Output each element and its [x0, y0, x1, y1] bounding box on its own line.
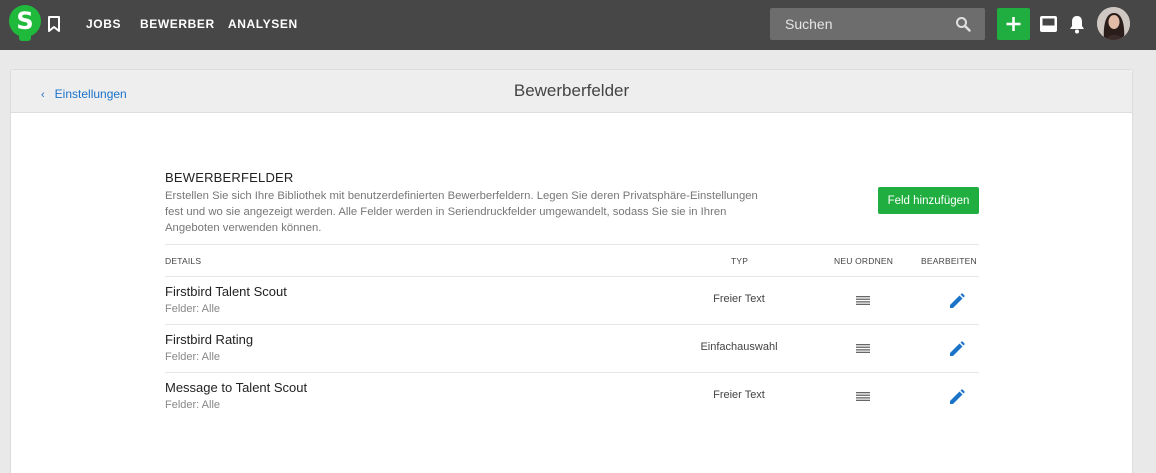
nav-bewerber[interactable]: BEWERBER	[140, 17, 215, 31]
edit-pencil-icon[interactable]	[948, 293, 965, 310]
fields-table: DETAILS TYP NEU ORDNEN BEARBEITEN Firstb…	[165, 244, 979, 421]
logo-icon[interactable]: S	[9, 5, 41, 41]
field-type: Freier Text	[713, 293, 765, 305]
table-row: Firstbird Rating Felder: Alle Einfachaus…	[165, 325, 979, 373]
drag-handle-icon[interactable]	[856, 296, 870, 305]
column-header-bearbeiten: BEARBEITEN	[921, 256, 977, 266]
edit-pencil-icon[interactable]	[948, 389, 965, 406]
field-name: Firstbird Talent Scout	[165, 284, 287, 299]
top-navigation-bar: S JOBS BEWERBER ANALYSEN	[0, 0, 1156, 50]
logo-base	[19, 35, 31, 41]
edit-pencil-icon[interactable]	[948, 341, 965, 358]
field-scope: Felder: Alle	[165, 399, 221, 411]
table-row: Firstbird Talent Scout Felder: Alle Frei…	[165, 277, 979, 325]
field-type: Einfachauswahl	[700, 341, 778, 353]
avatar[interactable]	[1097, 7, 1130, 40]
add-button[interactable]	[997, 8, 1030, 40]
search-box	[770, 8, 985, 40]
section-title: BEWERBERFELDER	[165, 170, 294, 185]
page-title: Bewerberfelder	[513, 81, 630, 100]
column-header-neu-ordnen: NEU ORDNEN	[834, 256, 894, 266]
search-input[interactable]	[770, 8, 950, 40]
column-header-typ: TYP	[731, 256, 749, 266]
drag-handle-icon[interactable]	[856, 392, 870, 401]
section-description: Erstellen Sie sich Ihre Bibliothek mit b…	[165, 190, 758, 234]
nav-analysen[interactable]: ANALYSEN	[228, 17, 298, 31]
plus-icon	[1006, 17, 1021, 31]
search-icon[interactable]	[955, 16, 971, 32]
column-header-details: DETAILS	[165, 256, 202, 266]
avatar-image	[1097, 7, 1130, 40]
table-row: Message to Talent Scout Felder: Alle Fre…	[165, 373, 979, 421]
field-name: Message to Talent Scout	[165, 380, 308, 395]
logo-letter: S	[9, 5, 41, 37]
bell-icon[interactable]	[1068, 14, 1086, 34]
field-scope: Felder: Alle	[165, 303, 221, 315]
settings-card: ‹ Einstellungen Bewerberfelder BEWERBERFE…	[10, 69, 1133, 473]
bookmark-icon[interactable]	[47, 16, 61, 32]
add-field-button[interactable]: Feld hinzufügen	[878, 187, 979, 214]
table-header: DETAILS TYP NEU ORDNEN BEARBEITEN	[165, 244, 979, 277]
nav-jobs[interactable]: JOBS	[86, 17, 121, 31]
field-scope: Felder: Alle	[165, 351, 221, 363]
card-header: ‹ Einstellungen Bewerberfelder	[11, 70, 1132, 113]
drag-handle-icon[interactable]	[856, 344, 870, 353]
inbox-icon[interactable]	[1039, 15, 1058, 33]
field-type: Freier Text	[713, 389, 765, 401]
field-name: Firstbird Rating	[165, 332, 254, 347]
